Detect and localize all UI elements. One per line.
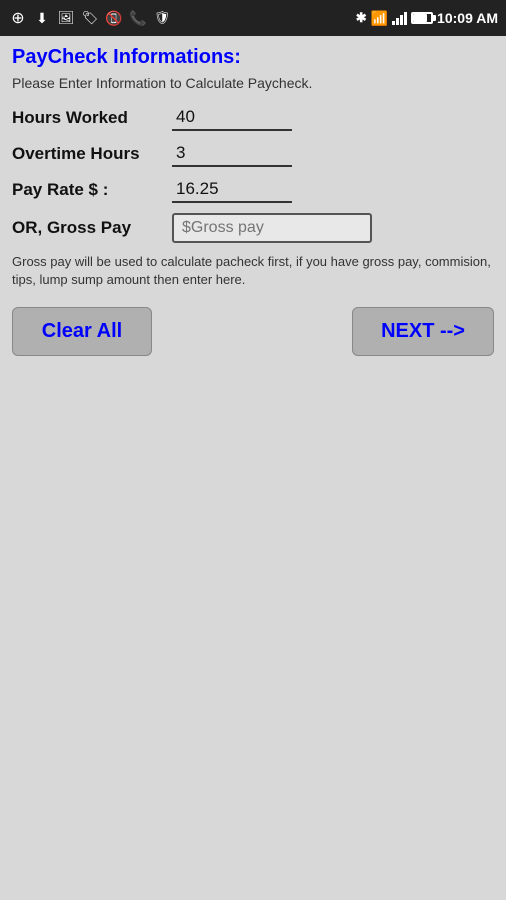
hours-worked-input[interactable] bbox=[172, 105, 292, 131]
info-text: Gross pay will be used to calculate pach… bbox=[12, 253, 494, 289]
overtime-hours-label: Overtime Hours bbox=[12, 144, 172, 164]
gross-pay-input[interactable] bbox=[172, 213, 372, 243]
battery-icon bbox=[411, 12, 433, 24]
buttons-row: Clear All NEXT --> bbox=[12, 307, 494, 356]
status-bar: ⊕ ⬇ 🖼 🏷 📵 📞 🛡 ✱ 📶 10:09 AM bbox=[0, 0, 506, 36]
next-button[interactable]: NEXT --> bbox=[352, 307, 494, 356]
overtime-hours-row: Overtime Hours bbox=[12, 141, 494, 167]
status-icons-left: ⊕ ⬇ 🖼 🏷 📵 📞 🛡 bbox=[8, 8, 172, 28]
clear-all-button[interactable]: Clear All bbox=[12, 307, 152, 356]
add-icon: ⊕ bbox=[8, 8, 28, 28]
overtime-hours-input[interactable] bbox=[172, 141, 292, 167]
phone-red-icon: 📵 bbox=[104, 8, 124, 28]
status-icons-right: ✱ 📶 10:09 AM bbox=[356, 10, 498, 27]
hours-worked-row: Hours Worked bbox=[12, 105, 494, 131]
download-icon: ⬇ bbox=[32, 8, 52, 28]
tag-icon: 🏷 bbox=[80, 8, 100, 28]
page-subtitle: Please Enter Information to Calculate Pa… bbox=[12, 75, 494, 91]
page-title: PayCheck Informations: bbox=[12, 46, 494, 69]
pay-rate-label: Pay Rate $ : bbox=[12, 180, 172, 200]
phone-green-icon: 📞 bbox=[128, 8, 148, 28]
bluetooth-icon: ✱ bbox=[356, 10, 367, 26]
pay-rate-row: Pay Rate $ : bbox=[12, 177, 494, 203]
hours-worked-label: Hours Worked bbox=[12, 108, 172, 128]
signal-icon bbox=[392, 11, 407, 25]
status-time: 10:09 AM bbox=[437, 10, 498, 26]
image-icon: 🖼 bbox=[56, 8, 76, 28]
wifi-icon: 📶 bbox=[371, 10, 388, 27]
shield-icon: 🛡 bbox=[152, 8, 172, 28]
main-content: PayCheck Informations: Please Enter Info… bbox=[0, 36, 506, 366]
gross-pay-row: OR, Gross Pay bbox=[12, 213, 494, 243]
pay-rate-input[interactable] bbox=[172, 177, 292, 203]
gross-pay-label: OR, Gross Pay bbox=[12, 218, 172, 238]
